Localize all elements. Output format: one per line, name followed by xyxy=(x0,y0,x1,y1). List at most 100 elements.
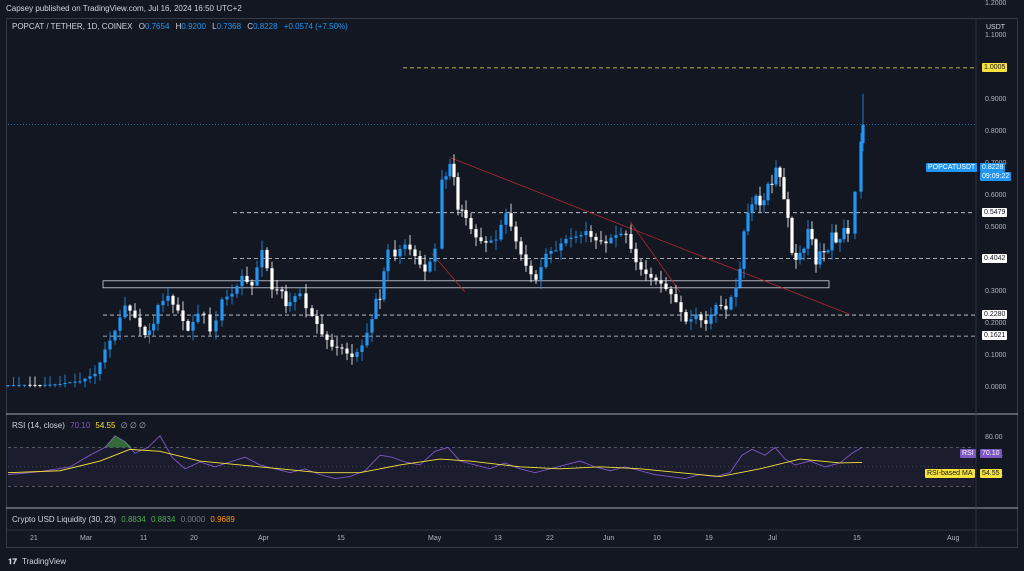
candle-up xyxy=(433,248,437,262)
candle-up xyxy=(88,376,92,379)
candle-up xyxy=(564,238,568,244)
price-tick-label: 0.9000 xyxy=(985,96,1007,103)
candle-down xyxy=(474,229,478,238)
candle-down xyxy=(350,353,354,358)
liquidity-label[interactable]: Crypto USD Liquidity (30, 23) xyxy=(12,515,116,524)
candle-up xyxy=(6,385,10,387)
candle-up xyxy=(103,349,107,363)
rsi-value-tag: 70.10 xyxy=(980,449,1002,458)
candle-down xyxy=(639,262,643,270)
candle-down xyxy=(834,232,838,243)
candle-down xyxy=(624,233,628,235)
candle-down xyxy=(304,293,308,309)
candle-up xyxy=(11,385,16,387)
candle-down xyxy=(176,304,180,311)
candle-up xyxy=(499,224,503,240)
candle-down xyxy=(128,305,132,311)
candle-up xyxy=(842,228,846,240)
candle-down xyxy=(38,384,42,386)
candle-down xyxy=(594,236,598,241)
candle-up xyxy=(549,250,553,254)
candle-down xyxy=(524,254,528,266)
candle-up xyxy=(830,232,834,251)
time-tick-label: Mar xyxy=(80,535,93,542)
support-zone-rect xyxy=(102,280,830,289)
candle-down xyxy=(790,217,794,253)
symbol-title[interactable]: POPCAT / TETHER, 1D, COINEX xyxy=(12,22,132,31)
candle-up xyxy=(63,383,67,385)
candle-down xyxy=(460,209,464,211)
candle-down xyxy=(664,283,668,290)
candle-up xyxy=(689,319,693,322)
candle-down xyxy=(654,277,658,281)
candle-up xyxy=(766,183,770,201)
footer-brand[interactable]: TradingView xyxy=(22,553,66,571)
candle-up xyxy=(489,240,493,243)
candle-up xyxy=(826,250,830,253)
level-badge: 0.4042 xyxy=(982,253,1008,263)
candle-up xyxy=(619,233,623,236)
candle-down xyxy=(644,269,648,274)
liquidity-v1: 0.8834 xyxy=(121,515,146,524)
candle-down xyxy=(418,256,422,265)
level-badge: 0.2280 xyxy=(982,310,1008,320)
candle-down xyxy=(138,317,142,327)
price-tick-label: 0.5000 xyxy=(985,224,1007,231)
candle-down xyxy=(143,326,147,336)
candle-up xyxy=(374,298,378,320)
candle-down xyxy=(484,241,488,243)
candle-up xyxy=(559,243,563,251)
candle-up xyxy=(504,213,508,225)
candle-up xyxy=(584,231,588,236)
rsi-ma-value-tag: 54.55 xyxy=(980,469,1002,478)
candle-up xyxy=(729,297,733,310)
low-value: 0.7368 xyxy=(216,22,242,31)
candle-up xyxy=(853,191,857,234)
candle-down xyxy=(659,280,663,284)
rsi-label[interactable]: RSI (14, close) xyxy=(12,421,65,430)
open-value: 0.7654 xyxy=(144,22,170,31)
candle-down xyxy=(704,320,708,324)
candle-down xyxy=(810,228,814,240)
candle-up xyxy=(370,319,374,333)
candle-up xyxy=(609,237,613,244)
currency-label[interactable]: USDT xyxy=(986,24,1005,31)
candle-down xyxy=(846,228,850,234)
rsi-tick-label: 80.00 xyxy=(985,433,1003,441)
candle-up xyxy=(113,330,117,341)
rsi-ma-name-tag: RSI-based MA xyxy=(925,469,975,478)
candle-down xyxy=(529,265,533,275)
trendline xyxy=(449,157,851,315)
candle-down xyxy=(814,239,818,265)
candle-up xyxy=(444,176,448,180)
time-tick-label: 19 xyxy=(705,535,713,542)
candle-down xyxy=(208,314,212,332)
rsi-legend: RSI (14, close) 70.10 54.55 ∅ ∅ ∅ xyxy=(12,421,146,430)
candle-up xyxy=(382,271,386,300)
time-tick-label: Apr xyxy=(258,535,269,542)
candle-up xyxy=(746,212,750,232)
rsi-value: 70.10 xyxy=(70,421,91,430)
candle-up xyxy=(225,296,229,300)
candle-up xyxy=(22,384,27,386)
candle-down xyxy=(464,209,468,219)
candle-down xyxy=(320,323,324,335)
candle-up xyxy=(293,296,297,303)
price-tick-label: 0.2000 xyxy=(985,320,1007,327)
time-tick-label: 15 xyxy=(853,535,861,542)
time-tick-label: 20 xyxy=(190,535,198,542)
candle-up xyxy=(398,249,402,257)
candle-up xyxy=(569,237,573,239)
trendline-minor xyxy=(431,253,466,293)
candle-up xyxy=(298,293,302,297)
price-chart[interactable] xyxy=(0,0,1024,571)
candle-down xyxy=(393,249,397,257)
candle-up xyxy=(738,268,742,288)
candle-up xyxy=(428,261,432,272)
candle-down xyxy=(786,199,790,218)
candle-up xyxy=(147,330,151,336)
candle-down xyxy=(270,268,274,290)
change-value: +0.0574 (+7.50%) xyxy=(283,22,348,31)
candle-down xyxy=(315,316,319,324)
candle-up xyxy=(260,249,264,268)
